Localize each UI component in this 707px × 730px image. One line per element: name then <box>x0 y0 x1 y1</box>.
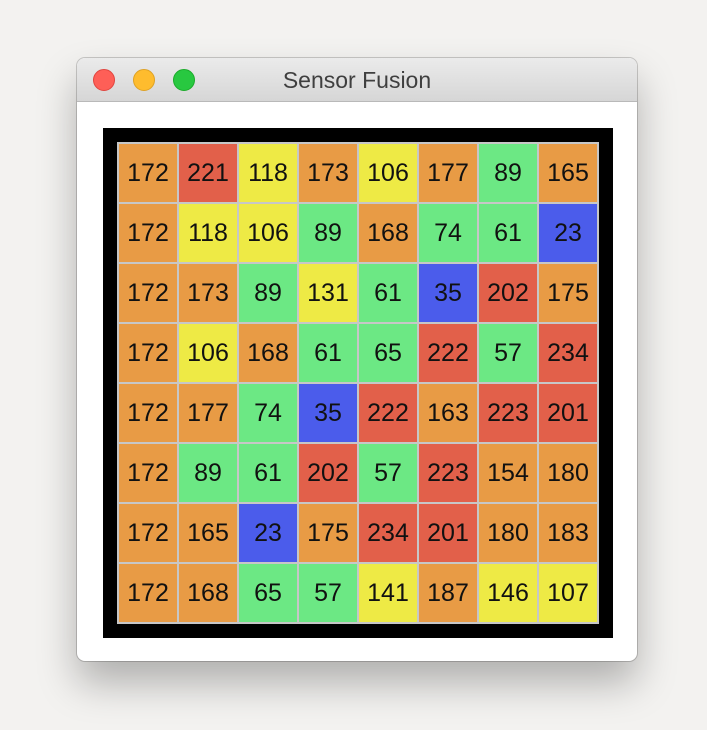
grid-cell[interactable]: 74 <box>418 203 478 263</box>
grid-cell[interactable]: 106 <box>358 143 418 203</box>
grid-cell[interactable]: 223 <box>478 383 538 443</box>
grid-cell[interactable]: 172 <box>118 383 178 443</box>
grid-cell[interactable]: 163 <box>418 383 478 443</box>
grid-cell[interactable]: 202 <box>478 263 538 323</box>
grid-cell[interactable]: 222 <box>418 323 478 383</box>
grid-cell[interactable]: 61 <box>298 323 358 383</box>
grid-cell[interactable]: 118 <box>178 203 238 263</box>
grid-cell[interactable]: 57 <box>358 443 418 503</box>
grid-cell[interactable]: 61 <box>478 203 538 263</box>
grid-cell[interactable]: 173 <box>178 263 238 323</box>
grid-cell[interactable]: 172 <box>118 443 178 503</box>
grid-cell[interactable]: 223 <box>418 443 478 503</box>
grid-cell[interactable]: 165 <box>538 143 598 203</box>
grid-cell[interactable]: 180 <box>478 503 538 563</box>
grid-cell[interactable]: 187 <box>418 563 478 623</box>
grid-cell[interactable]: 172 <box>118 143 178 203</box>
grid-cell[interactable]: 154 <box>478 443 538 503</box>
grid-cell[interactable]: 175 <box>298 503 358 563</box>
grid-cell[interactable]: 168 <box>178 563 238 623</box>
grid-cell[interactable]: 201 <box>418 503 478 563</box>
grid-cell[interactable]: 175 <box>538 263 598 323</box>
grid-cell[interactable]: 202 <box>298 443 358 503</box>
grid-cell[interactable]: 106 <box>178 323 238 383</box>
sensor-grid: 172 221 118 173 106 177 89 165 172 118 106 89 168 74 6… <box>117 142 599 624</box>
grid-cell[interactable]: 106 <box>238 203 298 263</box>
app-window: Sensor Fusion 172 221 118 173 106 177 89 165 172… <box>77 58 637 661</box>
grid-cell[interactable]: 23 <box>538 203 598 263</box>
grid-cell[interactable]: 168 <box>358 203 418 263</box>
grid-cell[interactable]: 141 <box>358 563 418 623</box>
grid-cell[interactable]: 222 <box>358 383 418 443</box>
grid-cell[interactable]: 65 <box>358 323 418 383</box>
grid-cell[interactable]: 201 <box>538 383 598 443</box>
grid-cell[interactable]: 177 <box>418 143 478 203</box>
grid-cell[interactable]: 183 <box>538 503 598 563</box>
grid-cell[interactable]: 61 <box>238 443 298 503</box>
grid-cell[interactable]: 172 <box>118 503 178 563</box>
grid-cell[interactable]: 89 <box>238 263 298 323</box>
grid-cell[interactable]: 165 <box>178 503 238 563</box>
grid-cell[interactable]: 57 <box>298 563 358 623</box>
grid-cell[interactable]: 172 <box>118 323 178 383</box>
grid-cell[interactable]: 172 <box>118 563 178 623</box>
grid-cell[interactable]: 35 <box>418 263 478 323</box>
grid-cell[interactable]: 221 <box>178 143 238 203</box>
grid-cell[interactable]: 172 <box>118 263 178 323</box>
title-bar[interactable]: Sensor Fusion <box>77 58 637 102</box>
grid-cell[interactable]: 172 <box>118 203 178 263</box>
grid-cell[interactable]: 35 <box>298 383 358 443</box>
grid-cell[interactable]: 234 <box>358 503 418 563</box>
grid-cell[interactable]: 131 <box>298 263 358 323</box>
grid-cell[interactable]: 146 <box>478 563 538 623</box>
grid-cell[interactable]: 118 <box>238 143 298 203</box>
grid-cell[interactable]: 89 <box>478 143 538 203</box>
grid-cell[interactable]: 234 <box>538 323 598 383</box>
grid-cell[interactable]: 168 <box>238 323 298 383</box>
grid-cell[interactable]: 177 <box>178 383 238 443</box>
grid-cell[interactable]: 180 <box>538 443 598 503</box>
grid-cell[interactable]: 57 <box>478 323 538 383</box>
grid-cell[interactable]: 89 <box>298 203 358 263</box>
grid-cell[interactable]: 74 <box>238 383 298 443</box>
window-title: Sensor Fusion <box>282 67 432 93</box>
grid-cell[interactable]: 173 <box>298 143 358 203</box>
grid-cell[interactable]: 65 <box>238 563 298 623</box>
grid-cell[interactable]: 23 <box>238 503 298 563</box>
grid-cell[interactable]: 89 <box>178 443 238 503</box>
grid-cell[interactable]: 107 <box>538 563 598 623</box>
grid-cell[interactable]: 61 <box>358 263 418 323</box>
sensor-board: 172 221 118 173 106 177 89 165 172 118 106 89 168 74 6… <box>103 128 613 638</box>
